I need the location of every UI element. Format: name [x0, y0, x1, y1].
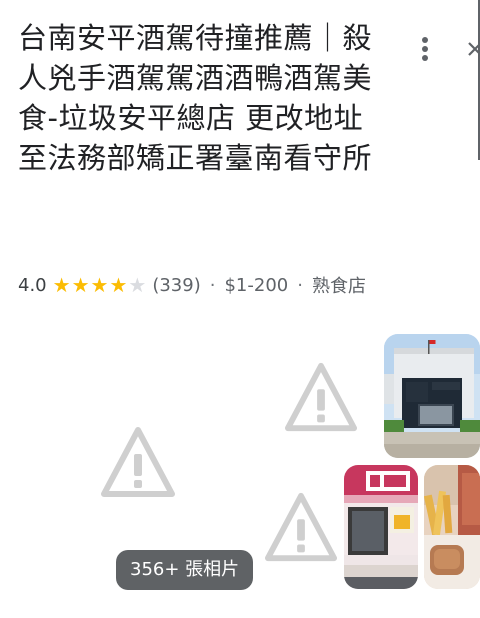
photo-count-badge[interactable]: 356+ 張相片	[116, 550, 254, 590]
star-icon: ★	[52, 273, 71, 297]
rating-row: 4.0 ★ ★ ★ ★ ★ (339) · $1-200 · 熟食店	[18, 272, 366, 298]
place-card: 台南安平酒駕待撞推薦｜殺人兇手酒駕駕酒酒鴨酒駕美食-垃圾安平總店 更改地址至法務…	[0, 0, 480, 618]
rating-value: 4.0	[18, 274, 47, 296]
broken-image-warning-icon[interactable]	[284, 360, 358, 434]
star-icon: ★	[71, 273, 90, 297]
more-options-button[interactable]	[410, 32, 440, 66]
broken-image-warning-icon[interactable]	[264, 490, 338, 564]
star-icon: ★	[90, 273, 109, 297]
price-range: $1-200	[224, 274, 289, 296]
place-title: 台南安平酒駕待撞推薦｜殺人兇手酒駕駕酒酒鴨酒駕美食-垃圾安平總店 更改地址至法務…	[18, 21, 373, 175]
storefront-photo[interactable]	[344, 465, 418, 589]
star-icon: ★	[109, 273, 128, 297]
building-photo[interactable]	[384, 334, 480, 458]
more-vert-icon	[422, 37, 428, 61]
review-count[interactable]: (339)	[152, 275, 200, 296]
place-category[interactable]: 熟食店	[312, 272, 366, 298]
separator: ·	[297, 274, 303, 296]
star-rating: ★ ★ ★ ★ ★	[53, 275, 147, 295]
broken-image-warning-icon[interactable]	[100, 424, 176, 500]
separator: ·	[209, 274, 216, 296]
star-empty-icon: ★	[128, 273, 147, 297]
food-photo[interactable]	[424, 465, 480, 589]
